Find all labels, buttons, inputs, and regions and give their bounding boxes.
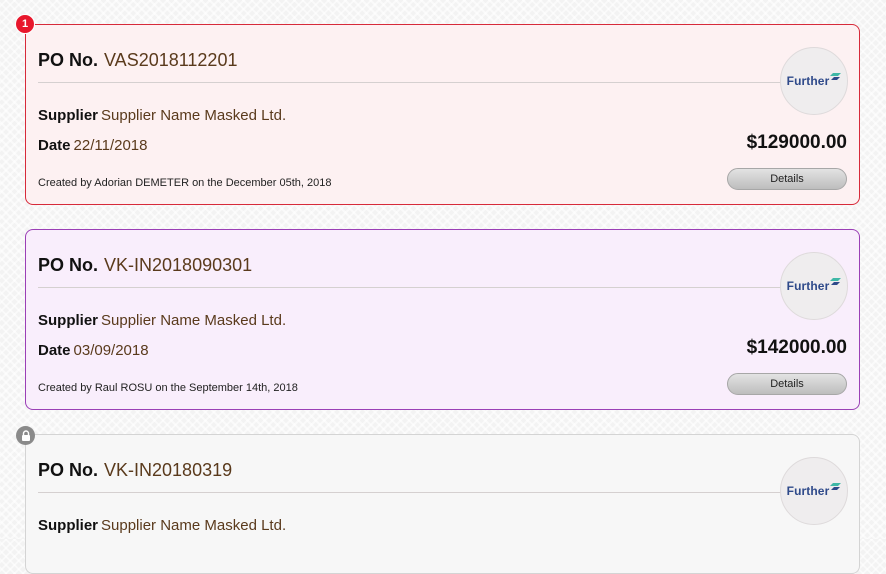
created-by-text: Created by Raul ROSU on the September 14…: [38, 382, 298, 394]
po-label: PO No.: [38, 460, 99, 480]
supplier-label: Supplier: [38, 107, 99, 124]
date-value: 22/11/2018: [73, 137, 148, 154]
purchase-order-card[interactable]: PO No. VAS2018112201 Supplier Supplier Nam…: [25, 24, 860, 205]
supplier-logo: Further: [780, 457, 848, 525]
supplier-logo: Further: [780, 47, 848, 115]
supplier-label: Supplier: [38, 312, 99, 329]
supplier-row: Supplier Supplier Name Masked Ltd.: [38, 516, 286, 536]
supplier-label: Supplier: [38, 517, 99, 534]
date-label: Date: [38, 137, 71, 154]
details-button[interactable]: Details: [727, 168, 847, 190]
po-number-row: PO No. VK-IN2018090301: [38, 254, 252, 276]
po-number: VAS2018112201: [104, 50, 238, 70]
supplier-row: Supplier Supplier Name Masked Ltd.: [38, 311, 286, 331]
logo-mark-icon: [830, 278, 842, 285]
po-label: PO No.: [38, 255, 99, 275]
supplier-name: Supplier Name Masked Ltd.: [101, 517, 287, 534]
supplier-name: Supplier Name Masked Ltd.: [101, 107, 287, 124]
date-row: Date 22/11/2018: [38, 136, 147, 156]
po-label: PO No.: [38, 50, 99, 70]
logo-mark-icon: [830, 483, 842, 490]
divider: [38, 492, 793, 493]
divider: [38, 82, 793, 83]
amount-value: $142000.00: [746, 337, 847, 358]
created-by-text: Created by Adorian DEMETER on the Decemb…: [38, 177, 332, 189]
divider: [38, 287, 793, 288]
supplier-logo: Further: [780, 252, 848, 320]
lock-icon: [16, 426, 35, 445]
po-number-row: PO No. VAS2018112201: [38, 49, 237, 71]
padlock-icon: [21, 430, 30, 441]
logo-text: Further: [786, 484, 830, 498]
purchase-order-card[interactable]: PO No. VK-IN2018090301 Supplier Supplier N…: [25, 229, 860, 410]
logo-mark-icon: [830, 73, 842, 80]
po-number: VK-IN20180319: [104, 460, 233, 480]
date-label: Date: [38, 342, 71, 359]
logo-text: Further: [786, 279, 830, 293]
logo-text: Further: [786, 74, 830, 88]
supplier-row: Supplier Supplier Name Masked Ltd.: [38, 106, 286, 126]
notification-count-badge: 1: [15, 14, 35, 34]
date-value: 03/09/2018: [73, 342, 149, 359]
amount-value: $129000.00: [746, 132, 847, 153]
purchase-order-card[interactable]: PO No. VK-IN20180319 Supplier Supplier Nam…: [25, 434, 860, 574]
po-number-row: PO No. VK-IN20180319: [38, 459, 232, 481]
date-row: Date 03/09/2018: [38, 341, 149, 361]
po-number: VK-IN2018090301: [104, 255, 253, 275]
details-button[interactable]: Details: [727, 373, 847, 395]
supplier-name: Supplier Name Masked Ltd.: [101, 312, 287, 329]
